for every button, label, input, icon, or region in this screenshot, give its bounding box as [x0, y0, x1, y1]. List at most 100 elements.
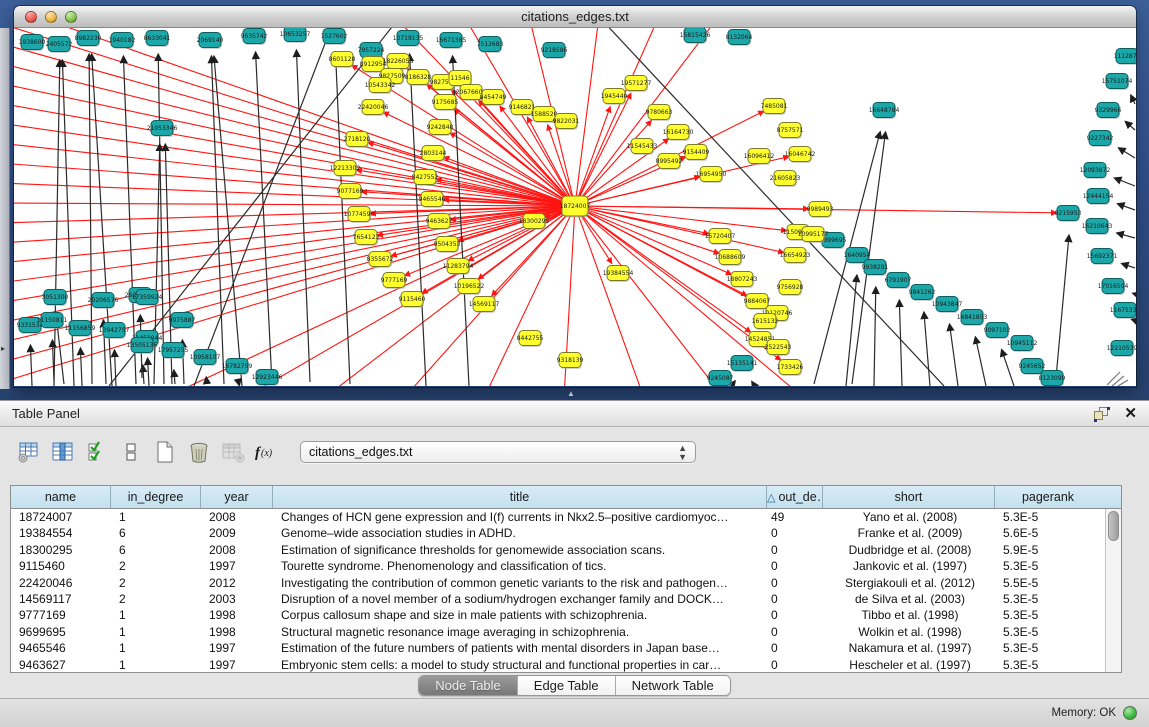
table-row[interactable]: 946554611997Estimation of the future num… [11, 640, 1105, 656]
window-resize-arrow[interactable]: ▲ [567, 389, 575, 398]
graph-node[interactable]: 16954950 [696, 167, 727, 184]
graph-node[interactable]: 10945112 [1007, 336, 1038, 353]
graph-node[interactable]: 16164730 [663, 125, 694, 142]
graph-node[interactable]: 3051300 [42, 290, 69, 307]
graph-node[interactable]: 10958107 [190, 350, 221, 367]
graph-node[interactable]: 10943847 [932, 297, 963, 314]
delete-table-icon[interactable] [218, 437, 248, 467]
graph-node[interactable]: 8633041 [144, 31, 171, 48]
graph-node[interactable]: 9780663 [646, 105, 673, 122]
graph-node[interactable]: 19384554 [603, 266, 634, 283]
graph-node[interactable]: 16046742 [785, 147, 816, 164]
graph-node[interactable]: 1938600 [19, 35, 46, 52]
graph-node[interactable]: 16210643 [1082, 219, 1113, 236]
graph-node[interactable]: 10196522 [454, 279, 485, 296]
graph-node[interactable]: 6791907 [885, 273, 912, 290]
network-window-titlebar[interactable]: citations_edges.txt [14, 6, 1136, 28]
graph-node[interactable]: 8757571 [777, 123, 804, 140]
tab-edge-table[interactable]: Edge Table [518, 676, 616, 695]
graph-node[interactable]: 9175685 [432, 95, 459, 112]
table-row[interactable]: 911546021997Tourette syndrome. Phenomeno… [11, 558, 1105, 574]
graph-node[interactable]: 9822031 [553, 114, 580, 131]
graph-node[interactable]: 21053346 [147, 121, 178, 138]
network-graph[interactable]: 1938600240557289822301940182863304120691… [14, 28, 1136, 386]
column-header-in_degree[interactable]: in_degree [111, 486, 201, 508]
graph-node[interactable]: 12213302 [330, 161, 361, 178]
memory-status-icon[interactable] [1123, 706, 1137, 720]
table-scrollbar[interactable] [1105, 509, 1121, 672]
graph-node[interactable]: 9841262 [909, 285, 936, 302]
graph-node[interactable]: 8132064 [726, 30, 753, 47]
graph-node[interactable]: 12210539 [1107, 341, 1136, 358]
graph-node[interactable]: 9635742 [241, 29, 268, 46]
column-header-name[interactable]: name [11, 486, 111, 508]
table-scrollbar-thumb[interactable] [1108, 511, 1119, 541]
graph-node[interactable]: 9115460 [399, 292, 426, 309]
column-header-pagerank[interactable]: pagerank [995, 486, 1101, 508]
graph-node[interactable]: 13505135 [127, 338, 158, 355]
graph-node[interactable]: 15135141 [727, 356, 758, 373]
graph-node[interactable]: 7512683 [477, 37, 504, 54]
graph-hub-node[interactable]: 18724007 [560, 196, 591, 218]
graph-node[interactable]: 8123099 [1039, 371, 1066, 387]
graph-node[interactable]: 8427552 [412, 170, 439, 187]
graph-node[interactable]: 9938291 [862, 260, 889, 277]
column-header-out_de[interactable]: △out_de… [767, 486, 823, 508]
graph-node[interactable]: 9465546 [419, 192, 446, 209]
graph-node[interactable]: 1945440 [601, 89, 628, 106]
graph-node[interactable]: 21605823 [770, 171, 801, 188]
tab-node-table[interactable]: Node Table [419, 676, 518, 695]
graph-node[interactable]: 12444154 [1083, 189, 1114, 206]
graph-node[interactable]: 1733426 [777, 360, 804, 377]
table-column-icon[interactable] [48, 437, 78, 467]
graph-node[interactable]: 9777169 [381, 273, 408, 290]
graph-node[interactable]: 9756928 [777, 280, 804, 297]
panel-collapse-arrow[interactable]: ▸ [1, 344, 5, 353]
table-body[interactable]: 1872400712008Changes of HCN gene express… [11, 509, 1105, 672]
graph-node[interactable]: 9154409 [683, 145, 710, 162]
delete-icon[interactable] [184, 437, 214, 467]
zoom-window-button[interactable] [65, 11, 77, 23]
graph-node[interactable]: 11156859 [65, 321, 96, 338]
graph-node[interactable]: 8442755 [517, 331, 544, 348]
graph-node[interactable]: 9504353 [434, 237, 461, 254]
graph-node[interactable]: 2405572 [46, 37, 73, 54]
column-header-short[interactable]: short [823, 486, 995, 508]
graph-node[interactable]: 9989493 [807, 202, 834, 219]
graph-node[interactable]: 13942757 [99, 323, 130, 340]
close-panel-icon[interactable]: ✕ [1124, 407, 1137, 421]
table-row[interactable]: 946362711997Embryonic stem cells: a mode… [11, 657, 1105, 672]
graph-node[interactable]: 1527602 [321, 29, 348, 46]
graph-node[interactable]: 15692371 [1087, 249, 1118, 266]
graph-node[interactable]: 15815426 [680, 28, 711, 44]
new-file-icon[interactable] [150, 437, 180, 467]
graph-node[interactable]: 9318139 [557, 353, 584, 370]
graph-node[interactable]: 17016504 [1098, 279, 1129, 296]
graph-node[interactable]: 11545433 [627, 139, 658, 156]
graph-node[interactable]: 1940182 [109, 33, 136, 50]
graph-node[interactable]: 2718120 [344, 132, 371, 149]
graph-node[interactable]: 15751074 [1102, 74, 1133, 91]
graph-node[interactable]: 1615132 [752, 314, 779, 331]
graph-node[interactable]: 16671385 [436, 33, 467, 50]
graph-node[interactable]: 16648784 [869, 103, 900, 120]
graph-node[interactable]: 8601128 [329, 52, 356, 69]
graph-node[interactable]: 7654123 [353, 230, 380, 247]
graph-node[interactable]: 20206576 [88, 293, 119, 310]
float-panel-icon[interactable] [1094, 407, 1110, 421]
graph-node[interactable]: 9329966 [1095, 103, 1122, 120]
table-row[interactable]: 1872400712008Changes of HCN gene express… [11, 509, 1105, 525]
table-row[interactable]: 1830029562008Estimation of significance … [11, 542, 1105, 558]
graph-node[interactable]: 18226058 [383, 54, 414, 71]
graph-node[interactable]: 9218586 [541, 43, 568, 60]
table-row[interactable]: 1938455462009Genome–wide association stu… [11, 525, 1105, 541]
graph-node[interactable]: 11675333 [1110, 303, 1136, 320]
tab-network-table[interactable]: Network Table [616, 676, 730, 695]
table-row[interactable]: 977716911998Corpus callosum shape and si… [11, 607, 1105, 623]
graph-node[interactable]: 16782759 [222, 359, 253, 376]
column-header-year[interactable]: year [201, 486, 273, 508]
graph-node[interactable]: 19571277 [621, 76, 652, 93]
graph-node[interactable]: 1112874 [1114, 49, 1136, 66]
graph-node[interactable]: 14841853 [957, 310, 988, 327]
graph-node[interactable]: 15720407 [705, 229, 736, 246]
